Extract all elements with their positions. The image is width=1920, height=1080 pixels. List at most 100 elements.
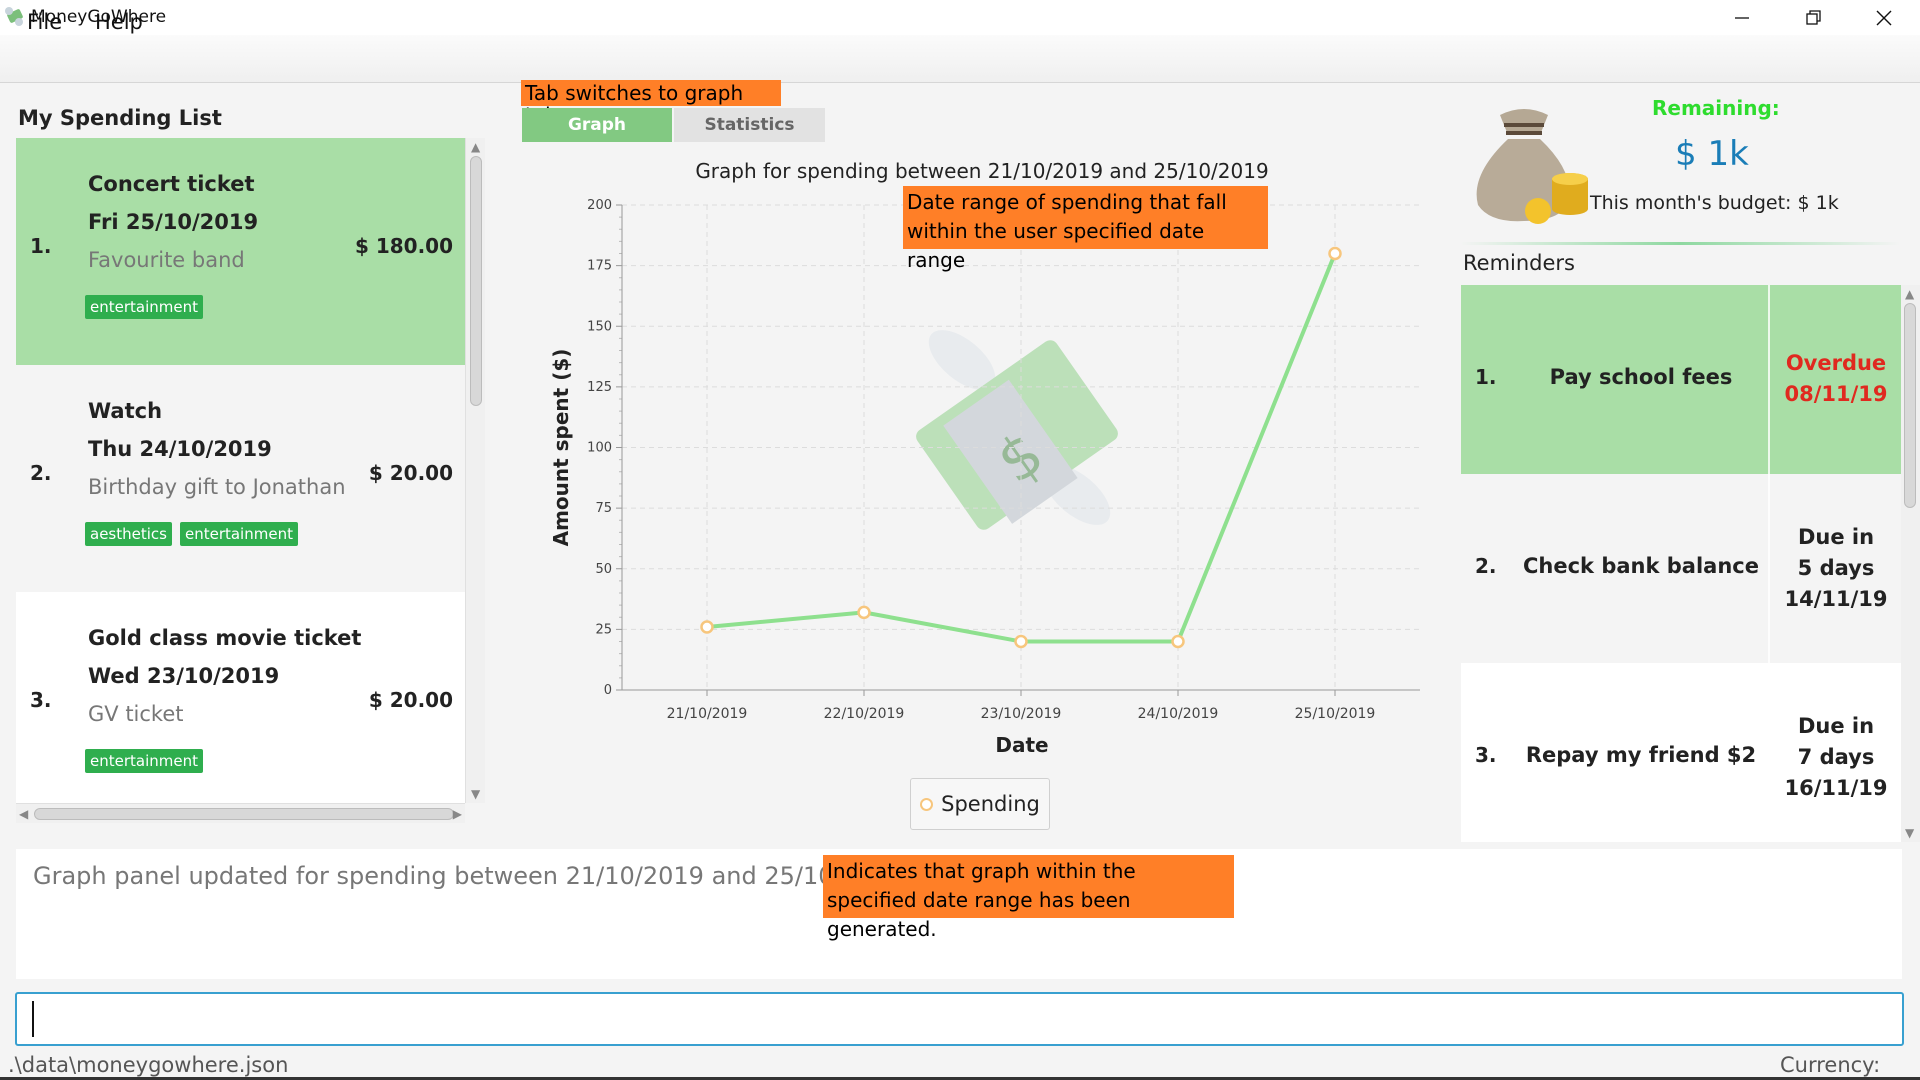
status-file-path: .\data\moneygowhere.json bbox=[8, 1053, 289, 1077]
reminder-status-line: 5 days bbox=[1797, 555, 1875, 580]
card-date: Fri 25/10/2019 bbox=[88, 210, 259, 234]
y-tick-label: 150 bbox=[587, 319, 612, 334]
data-point bbox=[1014, 634, 1028, 649]
card-index: 1. bbox=[30, 234, 52, 258]
remaining-value: $ 1k bbox=[1675, 134, 1749, 174]
annotation-graph-generated: Indicates that graph within the specifie… bbox=[823, 855, 1234, 941]
card-index: 3. bbox=[30, 688, 52, 712]
card-date: Thu 24/10/2019 bbox=[88, 437, 272, 461]
card-tags: aesthetics entertainment bbox=[85, 522, 298, 546]
minimize-icon bbox=[1735, 16, 1749, 19]
reminder-status: Due in 7 days 16/11/19 bbox=[1771, 711, 1901, 804]
close-icon bbox=[1876, 10, 1892, 25]
spending-list-vertical-scrollbar[interactable]: ▲ ▼ bbox=[465, 138, 485, 803]
restore-icon bbox=[1806, 9, 1821, 25]
menu-help[interactable]: Help bbox=[95, 10, 143, 34]
tab-graph[interactable]: Graph bbox=[522, 108, 672, 142]
reminder-description: Check bank balance bbox=[1523, 554, 1759, 578]
scroll-up-arrow-icon[interactable]: ▲ bbox=[471, 140, 480, 154]
x-tick-label: 24/10/2019 bbox=[1138, 706, 1219, 722]
reminder-card[interactable]: 2. Check bank balance Due in 5 days 14/11/19 bbox=[1461, 474, 1901, 663]
title-bar bbox=[0, 0, 1920, 35]
scroll-down-arrow-icon[interactable]: ▼ bbox=[471, 787, 480, 801]
y-tick-label: 175 bbox=[587, 259, 612, 274]
data-point bbox=[857, 605, 871, 620]
money-bag-icon bbox=[1476, 109, 1588, 224]
spending-card[interactable]: 1. Concert ticket Fri 25/10/2019 Favourite … bbox=[16, 138, 465, 365]
data-point bbox=[700, 620, 714, 634]
scroll-up-arrow-icon[interactable]: ▲ bbox=[1905, 287, 1914, 301]
spending-list: 1. Concert ticket Fri 25/10/2019 Favourite … bbox=[16, 138, 465, 803]
spending-card[interactable]: 2. Watch Thu 24/10/2019 Birthday gift to Jo… bbox=[16, 365, 465, 592]
app-logo-icon bbox=[5, 7, 23, 26]
scroll-down-arrow-icon[interactable]: ▼ bbox=[1905, 826, 1914, 840]
monthly-budget-label: This month's budget: $ 1k bbox=[1590, 192, 1839, 214]
reminder-status-line: Due in bbox=[1797, 713, 1875, 738]
annotation-tab-switch: Tab switches to graph tab bbox=[521, 80, 781, 126]
x-axis-label: Date bbox=[995, 733, 1048, 757]
x-tick-label: 22/10/2019 bbox=[824, 706, 905, 722]
reminder-index: 3. bbox=[1475, 743, 1497, 767]
result-message: Graph panel updated for spending between… bbox=[33, 862, 913, 890]
tag-entertainment: entertainment bbox=[179, 522, 298, 546]
data-point bbox=[1171, 634, 1185, 649]
text-cursor bbox=[32, 1001, 34, 1037]
menu-bar bbox=[0, 35, 1920, 83]
tag-aesthetics: aesthetics bbox=[85, 522, 172, 546]
card-amount: $ 180.00 bbox=[354, 234, 453, 258]
x-tick-label: 23/10/2019 bbox=[981, 706, 1062, 722]
y-tick-label: 25 bbox=[595, 622, 612, 637]
tag-entertainment: entertainment bbox=[85, 295, 203, 319]
reminder-status-line: Overdue bbox=[1785, 351, 1887, 375]
card-tags: entertainment bbox=[85, 749, 203, 773]
scrollbar-thumb[interactable] bbox=[34, 808, 454, 820]
reminder-description: Pay school fees bbox=[1549, 365, 1733, 389]
flying-money-watermark-icon: $ bbox=[916, 330, 1118, 530]
y-tick-label: 0 bbox=[604, 683, 612, 698]
card-date: Wed 23/10/2019 bbox=[88, 664, 280, 688]
reminder-description: Repay my friend $2 bbox=[1525, 743, 1757, 767]
card-name: Concert ticket bbox=[88, 172, 255, 196]
scroll-left-arrow-icon[interactable]: ◀ bbox=[19, 807, 28, 821]
reminder-status: Due in 5 days 14/11/19 bbox=[1771, 522, 1901, 615]
status-currency: Currency: SGD bbox=[1780, 1053, 1881, 1080]
restore-button[interactable] bbox=[1778, 0, 1850, 35]
tab-statistics[interactable]: Statistics bbox=[674, 108, 825, 142]
minimize-button[interactable] bbox=[1706, 0, 1778, 35]
reminder-list-vertical-scrollbar[interactable]: ▲ ▼ bbox=[1901, 285, 1920, 842]
close-button[interactable] bbox=[1848, 0, 1920, 35]
reminder-divider bbox=[1768, 474, 1770, 663]
card-tags: entertainment bbox=[85, 295, 203, 319]
y-tick-label: 75 bbox=[595, 501, 612, 516]
reminder-divider bbox=[1768, 663, 1770, 842]
spending-card[interactable]: 3. Gold class movie ticket Wed 23/10/2019 G… bbox=[16, 592, 465, 803]
card-remark: Favourite band bbox=[88, 248, 245, 272]
reminder-status-line: 08/11/19 bbox=[1784, 382, 1888, 406]
reminder-status-line: 16/11/19 bbox=[1784, 775, 1888, 800]
spending-list-horizontal-scrollbar[interactable]: ◀ ▶ bbox=[16, 803, 465, 823]
reminder-list: 1. Pay school fees Overdue 08/11/19 2. Check … bbox=[1461, 285, 1901, 842]
scroll-right-arrow-icon[interactable]: ▶ bbox=[453, 807, 462, 821]
reminder-status-line: Due in bbox=[1797, 524, 1875, 549]
y-tick-label: 50 bbox=[595, 562, 612, 577]
menu-file[interactable]: File bbox=[27, 10, 62, 34]
scrollbar-thumb[interactable] bbox=[470, 156, 482, 406]
scrollbar-thumb[interactable] bbox=[1904, 303, 1916, 508]
y-tick-label: 200 bbox=[587, 198, 612, 213]
reminder-index: 1. bbox=[1475, 365, 1497, 389]
card-amount: $ 20.00 bbox=[368, 461, 453, 485]
budget-divider bbox=[1460, 242, 1900, 245]
card-remark: Birthday gift to Jonathan bbox=[88, 475, 346, 499]
y-tick-label: 100 bbox=[587, 441, 612, 456]
chart-legend: Spending bbox=[910, 778, 1050, 830]
card-name: Gold class movie ticket bbox=[88, 626, 362, 650]
command-input[interactable] bbox=[15, 992, 1904, 1046]
reminder-card[interactable]: 3. Repay my friend $2 Due in 7 days 16/11/19 bbox=[1461, 663, 1901, 842]
chart-title: Graph for spending between 21/10/2019 an… bbox=[695, 159, 1268, 183]
card-amount: $ 20.00 bbox=[368, 688, 453, 712]
x-tick-label: 25/10/2019 bbox=[1295, 706, 1376, 722]
y-axis-label: Amount spent ($) bbox=[549, 349, 573, 547]
reminder-status-line: 14/11/19 bbox=[1784, 586, 1888, 611]
y-tick-label: 125 bbox=[587, 380, 612, 395]
reminder-card[interactable]: 1. Pay school fees Overdue 08/11/19 bbox=[1461, 285, 1901, 474]
